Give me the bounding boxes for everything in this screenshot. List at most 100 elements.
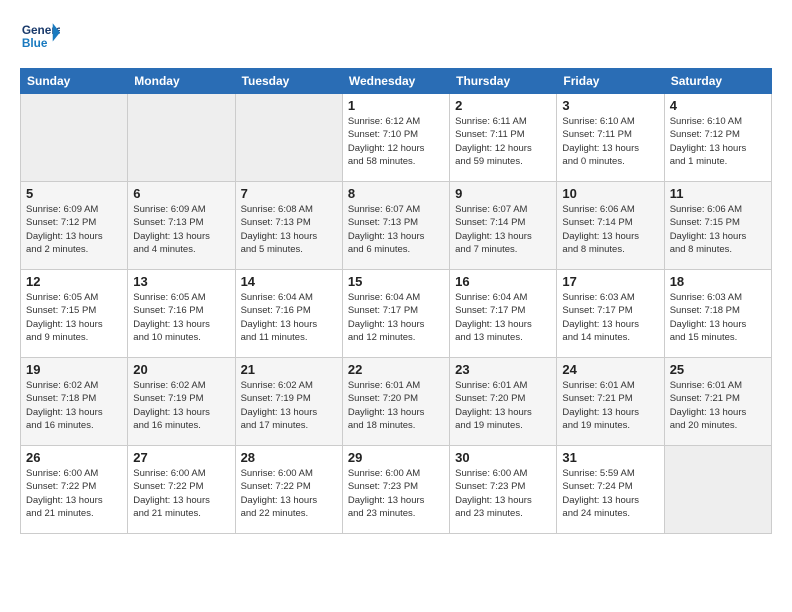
calendar-cell: 15Sunrise: 6:04 AM Sunset: 7:17 PM Dayli… [342,270,449,358]
calendar-cell [235,94,342,182]
header: General Blue [20,16,772,56]
calendar-cell: 12Sunrise: 6:05 AM Sunset: 7:15 PM Dayli… [21,270,128,358]
calendar-cell [21,94,128,182]
day-number: 18 [670,274,766,289]
day-info: Sunrise: 6:10 AM Sunset: 7:11 PM Dayligh… [562,115,658,168]
day-number: 1 [348,98,444,113]
day-number: 24 [562,362,658,377]
logo: General Blue [20,16,64,56]
day-number: 17 [562,274,658,289]
calendar-cell: 10Sunrise: 6:06 AM Sunset: 7:14 PM Dayli… [557,182,664,270]
day-info: Sunrise: 6:02 AM Sunset: 7:19 PM Dayligh… [241,379,337,432]
day-info: Sunrise: 6:09 AM Sunset: 7:13 PM Dayligh… [133,203,229,256]
calendar-cell: 22 Sunrise: 6:01 AM Sunset: 7:20 PM Dayli… [342,358,449,446]
day-number: 26 [26,450,122,465]
week-row-1: 1 Sunrise: 6:12 AM Sunset: 7:10 PM Daylig… [21,94,772,182]
day-number: 10 [562,186,658,201]
calendar-cell: 20 Sunrise: 6:02 AM Sunset: 7:19 PM Dayli… [128,358,235,446]
calendar-cell: 26 Sunrise: 6:00 AM Sunset: 7:22 PM Dayli… [21,446,128,534]
day-info: Sunrise: 5:59 AM Sunset: 7:24 PM Dayligh… [562,467,658,520]
day-number: 9 [455,186,551,201]
day-number: 7 [241,186,337,201]
calendar-table: SundayMondayTuesdayWednesdayThursdayFrid… [20,68,772,534]
day-number: 31 [562,450,658,465]
day-number: 16 [455,274,551,289]
day-number: 12 [26,274,122,289]
day-info: Sunrise: 6:02 AM Sunset: 7:18 PM Dayligh… [26,379,122,432]
day-info: Sunrise: 6:02 AM Sunset: 7:19 PM Dayligh… [133,379,229,432]
calendar-cell: 21 Sunrise: 6:02 AM Sunset: 7:19 PM Dayli… [235,358,342,446]
day-info: Sunrise: 6:10 AM Sunset: 7:12 PM Dayligh… [670,115,766,168]
day-number: 6 [133,186,229,201]
calendar-cell [664,446,771,534]
svg-text:Blue: Blue [22,36,48,50]
calendar-cell: 3 Sunrise: 6:10 AM Sunset: 7:11 PM Daylig… [557,94,664,182]
day-number: 3 [562,98,658,113]
day-info: Sunrise: 6:12 AM Sunset: 7:10 PM Dayligh… [348,115,444,168]
day-info: Sunrise: 6:08 AM Sunset: 7:13 PM Dayligh… [241,203,337,256]
day-number: 30 [455,450,551,465]
day-info: Sunrise: 6:01 AM Sunset: 7:20 PM Dayligh… [348,379,444,432]
day-number: 27 [133,450,229,465]
calendar-cell: 18 Sunrise: 6:03 AM Sunset: 7:18 PM Dayli… [664,270,771,358]
col-header-monday: Monday [128,69,235,94]
day-number: 13 [133,274,229,289]
col-header-wednesday: Wednesday [342,69,449,94]
day-number: 14 [241,274,337,289]
day-info: Sunrise: 6:01 AM Sunset: 7:21 PM Dayligh… [670,379,766,432]
calendar-cell: 25 Sunrise: 6:01 AM Sunset: 7:21 PM Dayli… [664,358,771,446]
calendar-cell: 9 Sunrise: 6:07 AM Sunset: 7:14 PM Daylig… [450,182,557,270]
day-info: Sunrise: 6:04 AM Sunset: 7:17 PM Dayligh… [455,291,551,344]
day-number: 22 [348,362,444,377]
day-info: Sunrise: 6:04 AM Sunset: 7:16 PM Dayligh… [241,291,337,344]
day-number: 20 [133,362,229,377]
day-number: 23 [455,362,551,377]
calendar-cell: 14 Sunrise: 6:04 AM Sunset: 7:16 PM Dayli… [235,270,342,358]
calendar-cell: 28 Sunrise: 6:00 AM Sunset: 7:22 PM Dayli… [235,446,342,534]
day-info: Sunrise: 6:01 AM Sunset: 7:21 PM Dayligh… [562,379,658,432]
day-info: Sunrise: 6:07 AM Sunset: 7:14 PM Dayligh… [455,203,551,256]
col-header-sunday: Sunday [21,69,128,94]
day-info: Sunrise: 6:07 AM Sunset: 7:13 PM Dayligh… [348,203,444,256]
day-number: 8 [348,186,444,201]
week-row-4: 19 Sunrise: 6:02 AM Sunset: 7:18 PM Dayli… [21,358,772,446]
day-number: 29 [348,450,444,465]
calendar-cell: 29Sunrise: 6:00 AM Sunset: 7:23 PM Dayli… [342,446,449,534]
calendar-cell: 11 Sunrise: 6:06 AM Sunset: 7:15 PM Dayli… [664,182,771,270]
day-info: Sunrise: 6:00 AM Sunset: 7:22 PM Dayligh… [26,467,122,520]
day-info: Sunrise: 6:00 AM Sunset: 7:22 PM Dayligh… [241,467,337,520]
day-number: 21 [241,362,337,377]
day-number: 4 [670,98,766,113]
calendar-cell: 4 Sunrise: 6:10 AM Sunset: 7:12 PM Daylig… [664,94,771,182]
day-number: 19 [26,362,122,377]
col-header-saturday: Saturday [664,69,771,94]
calendar-cell: 1 Sunrise: 6:12 AM Sunset: 7:10 PM Daylig… [342,94,449,182]
day-number: 5 [26,186,122,201]
day-number: 2 [455,98,551,113]
logo-icon: General Blue [20,16,60,56]
day-info: Sunrise: 6:01 AM Sunset: 7:20 PM Dayligh… [455,379,551,432]
calendar-cell: 23 Sunrise: 6:01 AM Sunset: 7:20 PM Dayli… [450,358,557,446]
day-info: Sunrise: 6:00 AM Sunset: 7:23 PM Dayligh… [455,467,551,520]
calendar-cell: 27Sunrise: 6:00 AM Sunset: 7:22 PM Dayli… [128,446,235,534]
day-number: 11 [670,186,766,201]
week-row-2: 5 Sunrise: 6:09 AM Sunset: 7:12 PM Daylig… [21,182,772,270]
page: General Blue SundayMondayTuesdayWednesda… [0,0,792,550]
calendar-cell [128,94,235,182]
day-info: Sunrise: 6:06 AM Sunset: 7:15 PM Dayligh… [670,203,766,256]
day-info: Sunrise: 6:11 AM Sunset: 7:11 PM Dayligh… [455,115,551,168]
calendar-cell: 17Sunrise: 6:03 AM Sunset: 7:17 PM Dayli… [557,270,664,358]
calendar-cell: 2 Sunrise: 6:11 AM Sunset: 7:11 PM Daylig… [450,94,557,182]
day-info: Sunrise: 6:03 AM Sunset: 7:18 PM Dayligh… [670,291,766,344]
week-row-5: 26 Sunrise: 6:00 AM Sunset: 7:22 PM Dayli… [21,446,772,534]
header-row: SundayMondayTuesdayWednesdayThursdayFrid… [21,69,772,94]
col-header-thursday: Thursday [450,69,557,94]
calendar-cell: 5 Sunrise: 6:09 AM Sunset: 7:12 PM Daylig… [21,182,128,270]
day-info: Sunrise: 6:04 AM Sunset: 7:17 PM Dayligh… [348,291,444,344]
calendar-cell: 16 Sunrise: 6:04 AM Sunset: 7:17 PM Dayli… [450,270,557,358]
calendar-cell: 6 Sunrise: 6:09 AM Sunset: 7:13 PM Daylig… [128,182,235,270]
col-header-tuesday: Tuesday [235,69,342,94]
day-info: Sunrise: 6:09 AM Sunset: 7:12 PM Dayligh… [26,203,122,256]
day-number: 25 [670,362,766,377]
day-number: 28 [241,450,337,465]
